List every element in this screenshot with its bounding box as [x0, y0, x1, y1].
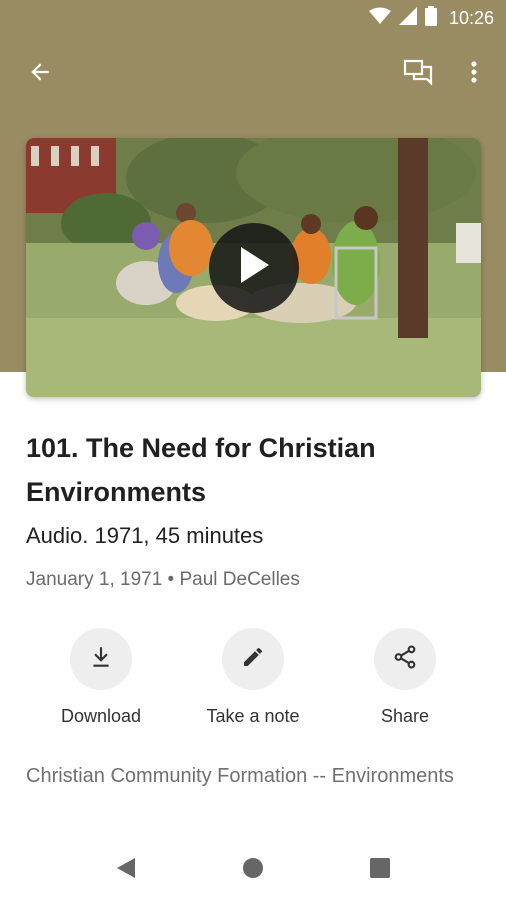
arrow-left-icon [27, 59, 53, 90]
share-button[interactable]: Share [330, 628, 480, 727]
content-fade [0, 828, 506, 840]
item-meta: January 1, 1971 • Paul DeCelles [26, 569, 300, 590]
take-note-button[interactable]: Take a note [178, 628, 328, 727]
battery-icon [424, 5, 437, 31]
back-triangle-icon [115, 856, 137, 885]
share-circle[interactable] [374, 628, 436, 690]
item-subtitle: Audio. 1971, 45 minutes [26, 523, 264, 548]
status-time: 10:26 [448, 7, 494, 28]
take-note-label: Take a note [206, 706, 300, 726]
share-label: Share [380, 706, 430, 726]
nav-recents-button[interactable] [362, 852, 398, 888]
back-button[interactable] [18, 52, 62, 96]
nav-home-button[interactable] [235, 852, 271, 888]
wifi-icon [368, 7, 391, 30]
share-icon [392, 644, 418, 675]
more-vert-icon [470, 60, 478, 89]
take-note-circle[interactable] [222, 628, 284, 690]
signal-icon [398, 6, 417, 30]
play-button[interactable] [208, 222, 299, 313]
play-icon [237, 245, 271, 290]
download-button[interactable]: Download [26, 628, 176, 727]
item-title: 101. The Need for Christian Environments [26, 433, 376, 507]
system-nav-bar [0, 840, 506, 900]
nav-back-button[interactable] [108, 852, 144, 888]
more-options-button[interactable] [452, 52, 496, 96]
media-thumbnail[interactable] [26, 138, 481, 397]
download-label: Download [60, 706, 142, 726]
action-row: Download Take a note Share [0, 628, 506, 738]
discussion-button[interactable] [396, 52, 440, 96]
pencil-icon [241, 645, 265, 674]
download-circle[interactable] [70, 628, 132, 690]
status-icons: 10:26 [368, 5, 494, 31]
home-circle-icon [242, 857, 264, 884]
chat-bubbles-icon [403, 58, 433, 91]
download-icon [88, 644, 114, 675]
status-bar: 10:26 [0, 0, 506, 36]
app-bar [0, 44, 506, 104]
recents-square-icon [370, 857, 390, 883]
collection-link[interactable]: Christian Community Formation -- Environ… [26, 760, 466, 793]
